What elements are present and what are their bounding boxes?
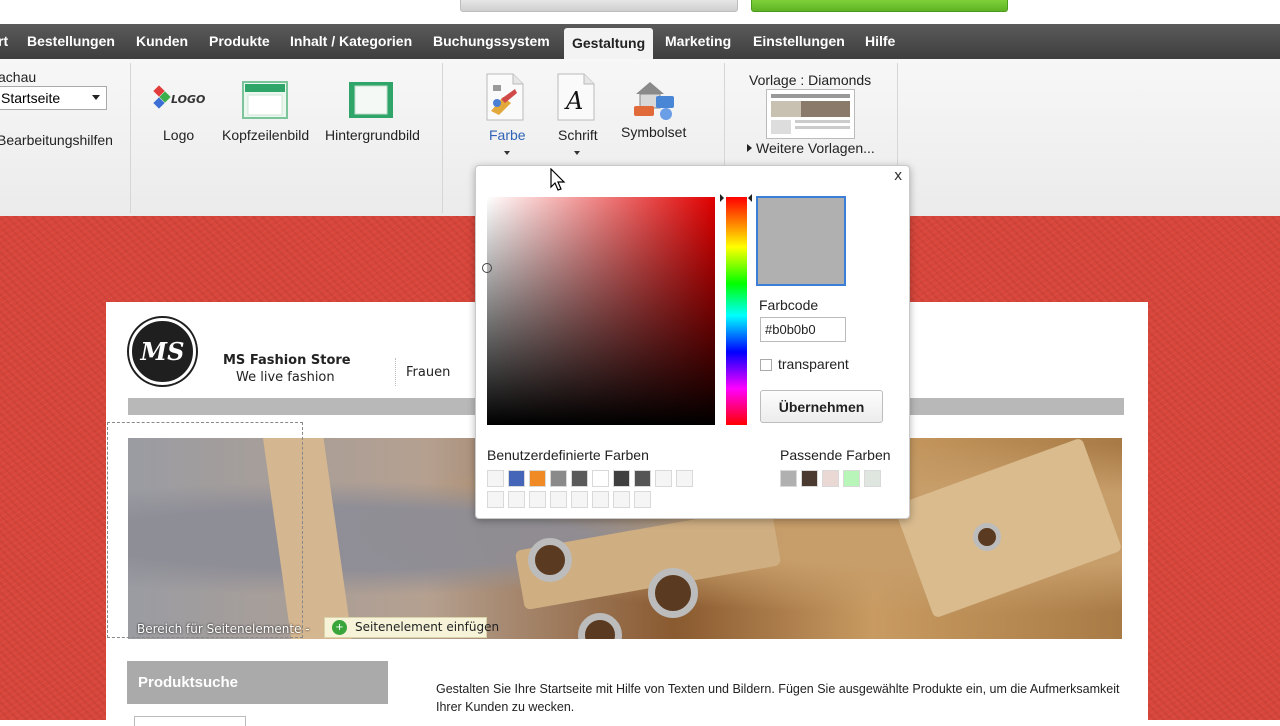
triangle-right-icon <box>747 144 752 152</box>
hue-marker-left-icon[interactable] <box>720 194 724 202</box>
ribbon-separator <box>442 63 443 213</box>
matching-color-swatch[interactable] <box>843 470 860 487</box>
editing-aids-link[interactable]: Bearbeitungshilfen <box>0 132 113 148</box>
custom-color-swatch[interactable] <box>487 470 504 487</box>
custom-color-swatch[interactable] <box>613 491 630 508</box>
custom-color-swatch[interactable] <box>592 470 609 487</box>
custom-color-swatch[interactable] <box>613 470 630 487</box>
banner-strap <box>893 438 1122 619</box>
custom-color-swatch[interactable] <box>550 491 567 508</box>
intro-text: Gestalten Sie Ihre Startseite mit Hilfe … <box>436 682 1120 714</box>
font-caret-down-icon[interactable] <box>574 151 580 155</box>
apply-button[interactable]: Übernehmen <box>760 390 883 423</box>
custom-color-swatch[interactable] <box>550 470 567 487</box>
banner-eyelet <box>528 538 572 582</box>
transparent-label: transparent <box>778 356 849 372</box>
close-icon[interactable]: x <box>894 168 902 184</box>
template-thumbnail[interactable] <box>766 89 855 139</box>
custom-color-swatch[interactable] <box>529 491 546 508</box>
banner-eyelet <box>578 613 622 639</box>
logo-button-label[interactable]: Logo <box>163 127 194 143</box>
font-icon[interactable]: A <box>556 73 596 125</box>
custom-color-swatch[interactable] <box>676 470 693 487</box>
page-element-area[interactable] <box>107 422 303 638</box>
header-image-icon[interactable] <box>242 81 288 123</box>
custom-color-swatch[interactable] <box>655 470 672 487</box>
preview-page-select-value: Startseite <box>1 90 61 106</box>
matching-color-swatch[interactable] <box>780 470 797 487</box>
logo-icon[interactable]: LOGO <box>151 83 205 117</box>
banner-rivet <box>973 523 1001 551</box>
preview-shop-button[interactable] <box>460 0 738 12</box>
more-templates-link[interactable]: Weitere Vorlagen... <box>747 140 875 156</box>
matching-color-swatch[interactable] <box>864 470 881 487</box>
color-handle[interactable] <box>482 263 492 273</box>
background-image-icon[interactable] <box>348 81 394 123</box>
custom-color-swatch[interactable] <box>487 491 504 508</box>
matching-color-swatch[interactable] <box>822 470 839 487</box>
insert-page-element-button[interactable]: + Seitenelement einfügen <box>324 617 499 638</box>
top-strip <box>0 0 1280 24</box>
font-icon-text: A <box>564 87 583 115</box>
template-label: Vorlage : Diamonds <box>749 72 872 88</box>
header-image-button-label[interactable]: Kopfzeilenbild <box>222 127 309 143</box>
hue-slider[interactable] <box>726 197 747 425</box>
custom-color-swatch[interactable] <box>634 470 651 487</box>
shop-nav-frauen[interactable]: Frauen <box>406 365 450 380</box>
main-navigation: rt Bestellungen Kunden Produkte Inhalt / Kat… <box>0 24 1280 59</box>
background-image-button-label[interactable]: Hintergrundbild <box>325 127 420 143</box>
page-element-area-label: Bereich für Seitenelemente - <box>137 622 310 636</box>
ribbon-separator <box>130 63 131 213</box>
symbolset-button-label[interactable]: Symbolset <box>621 124 686 140</box>
select-arrow-icon <box>92 95 100 100</box>
more-templates-label: Weitere Vorlagen... <box>756 140 875 156</box>
color-caret-down-icon[interactable] <box>504 151 510 155</box>
custom-color-swatch[interactable] <box>571 491 588 508</box>
nav-divider <box>395 358 396 386</box>
saturation-value-area[interactable] <box>487 197 715 425</box>
nav-item-inhalt-kategorien[interactable]: Inhalt / Kategorien <box>290 24 412 59</box>
font-button-label[interactable]: Schrift <box>558 127 598 143</box>
preview-page-select[interactable]: Startseite <box>0 86 107 110</box>
custom-color-swatch[interactable] <box>529 470 546 487</box>
nav-item-buchungssystem[interactable]: Buchungssystem <box>433 24 550 59</box>
matching-color-swatch[interactable] <box>801 470 818 487</box>
product-search-heading: Produktsuche <box>127 661 388 704</box>
color-palette-icon[interactable] <box>485 73 525 125</box>
custom-color-swatch[interactable] <box>634 491 651 508</box>
insert-page-element-label: Seitenelement einfügen <box>355 620 500 634</box>
preview-label: achau <box>0 69 37 85</box>
shop-name: MS Fashion Store <box>223 353 351 368</box>
shop-slogan: We live fashion <box>236 370 335 385</box>
hue-marker-right-icon[interactable] <box>748 194 752 202</box>
symbolset-icon[interactable] <box>630 78 678 126</box>
custom-color-swatch[interactable] <box>571 470 588 487</box>
custom-color-swatch[interactable] <box>592 491 609 508</box>
custom-color-swatch[interactable] <box>508 470 525 487</box>
matching-colors-label: Passende Farben <box>780 447 891 463</box>
color-preview-swatch <box>756 196 846 286</box>
nav-item-kunden[interactable]: Kunden <box>136 24 188 59</box>
custom-color-swatch[interactable] <box>508 491 525 508</box>
banner-eyelet <box>648 568 698 618</box>
color-code-input[interactable] <box>760 317 846 342</box>
nav-item-bestellungen[interactable]: Bestellungen <box>27 24 115 59</box>
publish-changes-button[interactable] <box>751 0 1008 12</box>
nav-item-einstellungen[interactable]: Einstellungen <box>753 24 845 59</box>
color-button-label[interactable]: Farbe <box>489 127 526 143</box>
shop-logo[interactable]: MS <box>129 318 196 385</box>
nav-item-marketing[interactable]: Marketing <box>665 24 731 59</box>
product-search-input[interactable] <box>134 716 246 726</box>
nav-item-produkte[interactable]: Produkte <box>209 24 270 59</box>
custom-colors-label: Benutzerdefinierte Farben <box>487 447 649 463</box>
mouse-pointer-icon <box>550 167 566 196</box>
transparent-checkbox[interactable] <box>760 359 772 371</box>
nav-item-gestaltung[interactable]: Gestaltung <box>564 28 654 59</box>
logo-icon-text: LOGO <box>171 93 205 106</box>
nav-item-rt[interactable]: rt <box>0 24 8 59</box>
nav-item-hilfe[interactable]: Hilfe <box>865 24 895 59</box>
color-code-label: Farbcode <box>759 297 819 313</box>
plus-icon: + <box>332 620 347 635</box>
shop-logo-text: MS <box>140 337 185 366</box>
